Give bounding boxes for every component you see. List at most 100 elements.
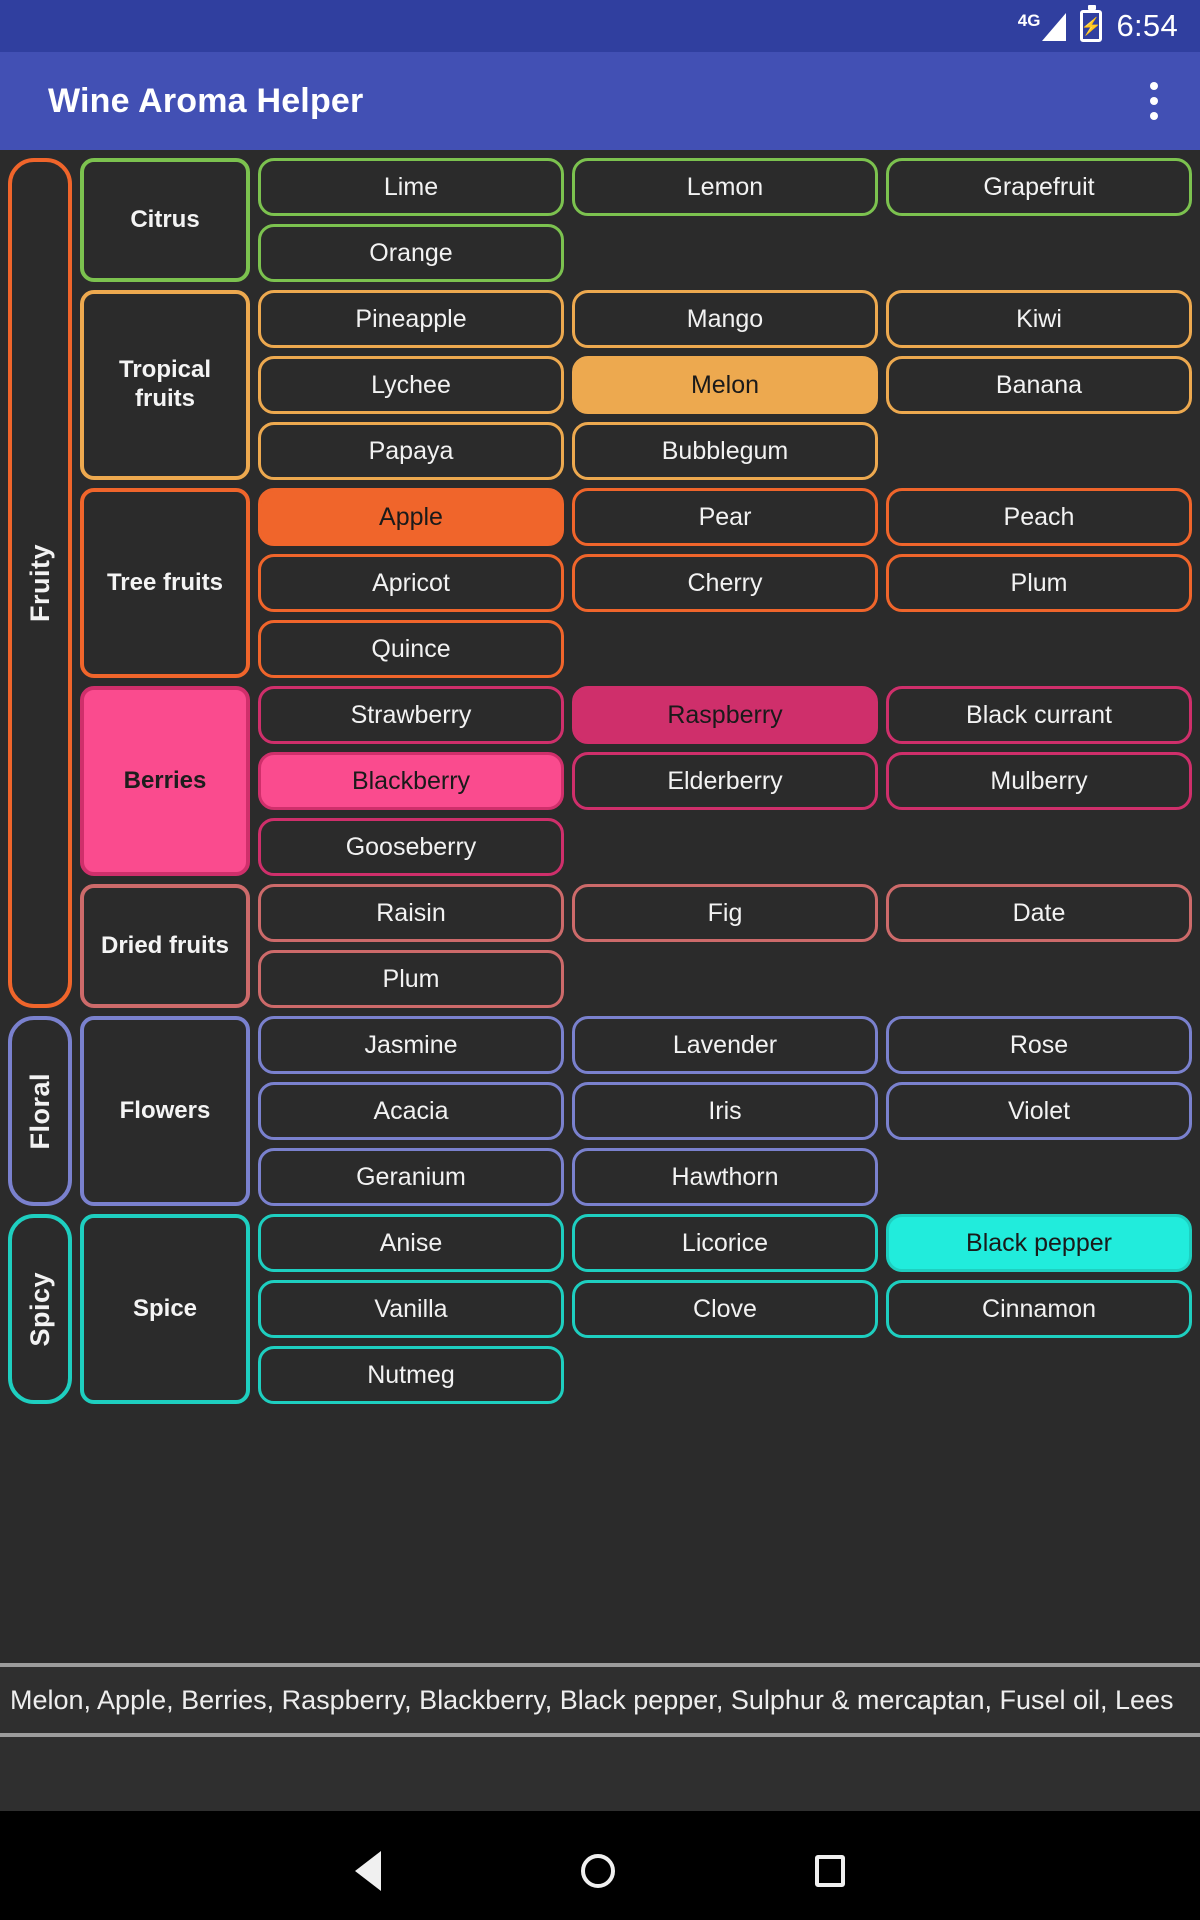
aroma-chip-plum[interactable]: Plum bbox=[886, 554, 1192, 612]
aroma-chip-grid: Anise Licorice Black pepper Vanilla Clove Cin… bbox=[258, 1214, 1192, 1404]
category-button-spice[interactable]: Spice bbox=[80, 1214, 250, 1404]
overflow-menu-icon[interactable] bbox=[1138, 70, 1170, 132]
aroma-chip-papaya[interactable]: Papaya bbox=[258, 422, 564, 480]
aroma-chip-raisin[interactable]: Raisin bbox=[258, 884, 564, 942]
aroma-chip-grid: Strawberry Raspberry Black currant Blackber… bbox=[258, 686, 1192, 876]
aroma-chip-pear[interactable]: Pear bbox=[572, 488, 878, 546]
aroma-chip-licorice[interactable]: Licorice bbox=[572, 1214, 878, 1272]
page-title: Wine Aroma Helper bbox=[48, 81, 364, 120]
aroma-chip-grid: Lime Lemon Grapefruit Orange bbox=[258, 158, 1192, 282]
overflow-dot bbox=[1150, 82, 1158, 90]
aroma-chip-apricot[interactable]: Apricot bbox=[258, 554, 564, 612]
bottom-filler bbox=[0, 1737, 1200, 1811]
aroma-chip-cinnamon[interactable]: Cinnamon bbox=[886, 1280, 1192, 1338]
aroma-chip-apple[interactable]: Apple bbox=[258, 488, 564, 546]
category-button-berries[interactable]: Berries bbox=[80, 686, 250, 876]
aroma-chip-mulberry[interactable]: Mulberry bbox=[886, 752, 1192, 810]
aroma-chip-grid: Raisin Fig Date Plum bbox=[258, 884, 1192, 1008]
selected-aromas-bar[interactable]: Melon, Apple, Berries, Raspberry, Blackb… bbox=[0, 1663, 1200, 1737]
aroma-chip-black-currant[interactable]: Black currant bbox=[886, 686, 1192, 744]
status-bar: 4G ⚡ 6:54 bbox=[0, 0, 1200, 52]
aroma-chip-lemon[interactable]: Lemon bbox=[572, 158, 878, 216]
aroma-chip-elderberry[interactable]: Elderberry bbox=[572, 752, 878, 810]
selected-aromas-label: Melon, Apple, Berries, Raspberry, Blackb… bbox=[10, 1684, 1174, 1715]
aroma-chip-black-pepper[interactable]: Black pepper bbox=[886, 1214, 1192, 1272]
aroma-chip-anise[interactable]: Anise bbox=[258, 1214, 564, 1272]
aroma-chip-pineapple[interactable]: Pineapple bbox=[258, 290, 564, 348]
aroma-chip-cherry[interactable]: Cherry bbox=[572, 554, 878, 612]
aroma-chip-date[interactable]: Date bbox=[886, 884, 1192, 942]
aroma-chip-melon[interactable]: Melon bbox=[572, 356, 878, 414]
family-groups: Flowers Jasmine Lavender Rose Acacia Iris Viol… bbox=[80, 1016, 1192, 1206]
category-label: Flowers bbox=[119, 1096, 211, 1124]
aroma-group-tropical-fruits: Tropical fruits Pineapple Mango Kiwi Lychee M… bbox=[80, 290, 1192, 480]
overflow-dot bbox=[1150, 97, 1158, 105]
aroma-chip-bubblegum[interactable]: Bubblegum bbox=[572, 422, 878, 480]
aroma-wheel-list[interactable]: Fruity Citrus Lime Lemon Grapefruit Orange Tro… bbox=[0, 150, 1200, 1663]
aroma-chip-lavender[interactable]: Lavender bbox=[572, 1016, 878, 1074]
aroma-chip-jasmine[interactable]: Jasmine bbox=[258, 1016, 564, 1074]
family-groups: Citrus Lime Lemon Grapefruit Orange Tropical … bbox=[80, 158, 1192, 1008]
android-nav-bar bbox=[0, 1811, 1200, 1920]
aroma-group-flowers: Flowers Jasmine Lavender Rose Acacia Iris Viol… bbox=[80, 1016, 1192, 1206]
aroma-chip-grid: Pineapple Mango Kiwi Lychee Melon Banana Papay… bbox=[258, 290, 1192, 480]
aroma-chip-hawthorn[interactable]: Hawthorn bbox=[572, 1148, 878, 1206]
aroma-group-citrus: Citrus Lime Lemon Grapefruit Orange bbox=[80, 158, 1192, 282]
aroma-chip-acacia[interactable]: Acacia bbox=[258, 1082, 564, 1140]
category-button-tree-fruits[interactable]: Tree fruits bbox=[80, 488, 250, 678]
aroma-chip-grid: Jasmine Lavender Rose Acacia Iris Violet Geran… bbox=[258, 1016, 1192, 1206]
category-label: Spice bbox=[132, 1294, 198, 1322]
network-type-label: 4G bbox=[1017, 10, 1041, 30]
family-label-fruity[interactable]: Fruity bbox=[8, 158, 72, 1008]
family-label-spicy[interactable]: Spicy bbox=[8, 1214, 72, 1404]
aroma-chip-orange[interactable]: Orange bbox=[258, 224, 564, 282]
family-label-text: Floral bbox=[24, 1072, 55, 1150]
aroma-chip-grid: Apple Pear Peach Apricot Cherry Plum Quince bbox=[258, 488, 1192, 678]
recents-square-icon[interactable] bbox=[815, 1855, 845, 1887]
category-label: Tree fruits bbox=[106, 568, 224, 596]
aroma-family-spicy: Spicy Spice Anise Licorice Black pepper Vanil… bbox=[8, 1214, 1192, 1404]
battery-charging-icon: ⚡ bbox=[1080, 5, 1103, 42]
aroma-chip-lime[interactable]: Lime bbox=[258, 158, 564, 216]
aroma-chip-strawberry[interactable]: Strawberry bbox=[258, 686, 564, 744]
category-label: Tropical fruits bbox=[118, 356, 212, 412]
overflow-dot bbox=[1150, 112, 1158, 120]
aroma-chip-raspberry[interactable]: Raspberry bbox=[572, 686, 878, 744]
aroma-chip-peach[interactable]: Peach bbox=[886, 488, 1192, 546]
category-label: Dried fruits bbox=[100, 931, 229, 959]
aroma-chip-kiwi[interactable]: Kiwi bbox=[886, 290, 1192, 348]
aroma-chip-vanilla[interactable]: Vanilla bbox=[258, 1280, 564, 1338]
back-triangle-icon[interactable] bbox=[355, 1851, 381, 1891]
aroma-chip-geranium[interactable]: Geranium bbox=[258, 1148, 564, 1206]
aroma-chip-mango[interactable]: Mango bbox=[572, 290, 878, 348]
aroma-chip-violet[interactable]: Violet bbox=[886, 1082, 1192, 1140]
aroma-chip-grapefruit[interactable]: Grapefruit bbox=[886, 158, 1192, 216]
category-button-citrus[interactable]: Citrus bbox=[80, 158, 250, 282]
clock-label: 6:54 bbox=[1116, 8, 1178, 43]
aroma-group-spice: Spice Anise Licorice Black pepper Vanilla Clo… bbox=[80, 1214, 1192, 1404]
family-label-floral[interactable]: Floral bbox=[8, 1016, 72, 1206]
category-button-dried-fruits[interactable]: Dried fruits bbox=[80, 884, 250, 1008]
aroma-chip-lychee[interactable]: Lychee bbox=[258, 356, 564, 414]
category-button-flowers[interactable]: Flowers bbox=[80, 1016, 250, 1206]
aroma-chip-quince[interactable]: Quince bbox=[258, 620, 564, 678]
family-groups: Spice Anise Licorice Black pepper Vanilla Clo… bbox=[80, 1214, 1192, 1404]
network-signal-icon: 4G bbox=[1018, 12, 1067, 41]
home-circle-icon[interactable] bbox=[581, 1854, 615, 1888]
app-bar: Wine Aroma Helper bbox=[0, 52, 1200, 150]
category-button-tropical-fruits[interactable]: Tropical fruits bbox=[80, 290, 250, 480]
family-label-text: Spicy bbox=[24, 1271, 55, 1347]
aroma-chip-fig[interactable]: Fig bbox=[572, 884, 878, 942]
aroma-chip-gooseberry[interactable]: Gooseberry bbox=[258, 818, 564, 876]
aroma-group-berries: Berries Strawberry Raspberry Black currant B… bbox=[80, 686, 1192, 876]
aroma-chip-plum[interactable]: Plum bbox=[258, 950, 564, 1008]
aroma-chip-rose[interactable]: Rose bbox=[886, 1016, 1192, 1074]
aroma-group-dried-fruits: Dried fruits Raisin Fig Date Plum bbox=[80, 884, 1192, 1008]
aroma-chip-iris[interactable]: Iris bbox=[572, 1082, 878, 1140]
aroma-chip-nutmeg[interactable]: Nutmeg bbox=[258, 1346, 564, 1404]
category-label: Berries bbox=[123, 766, 207, 794]
aroma-chip-clove[interactable]: Clove bbox=[572, 1280, 878, 1338]
aroma-chip-banana[interactable]: Banana bbox=[886, 356, 1192, 414]
charging-bolt-icon: ⚡ bbox=[1080, 16, 1103, 36]
aroma-chip-blackberry[interactable]: Blackberry bbox=[258, 752, 564, 810]
